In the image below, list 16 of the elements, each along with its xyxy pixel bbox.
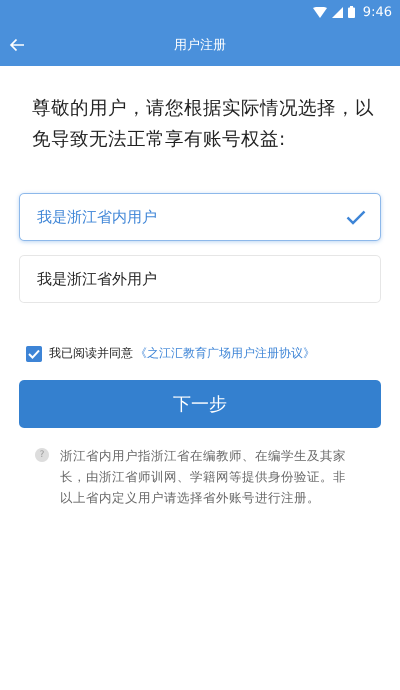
battery-icon <box>348 6 355 18</box>
agree-text: 我已阅读并同意 <box>49 345 133 362</box>
agree-checkbox[interactable] <box>26 346 42 362</box>
prompt-text: 尊敬的用户，请您根据实际情况选择，以免导致无法正常享有账号权益: <box>32 97 375 152</box>
signal-icon <box>332 6 343 18</box>
check-icon <box>346 210 366 224</box>
note-text: 浙江省内用户指浙江省在编教师、在编学生及其家长，由浙江省师训网、学籍网等提供身份验证。非以上省内定义用户请选择省外账号进行注册。 <box>60 447 347 507</box>
back-icon[interactable] <box>9 38 25 52</box>
user-type-option[interactable]: 我是浙江省外用户 <box>19 255 381 303</box>
page-title: 用户注册 <box>174 37 226 54</box>
agreement-link[interactable]: 《之江汇教育广场用户注册协议》 <box>135 345 315 362</box>
wifi-icon <box>312 6 327 18</box>
help-icon: ? <box>35 448 49 462</box>
status-time: 9:46 <box>362 4 392 20</box>
next-button[interactable]: 下一步 <box>19 380 381 428</box>
user-type-option[interactable]: 我是浙江省内用户 <box>19 193 381 241</box>
